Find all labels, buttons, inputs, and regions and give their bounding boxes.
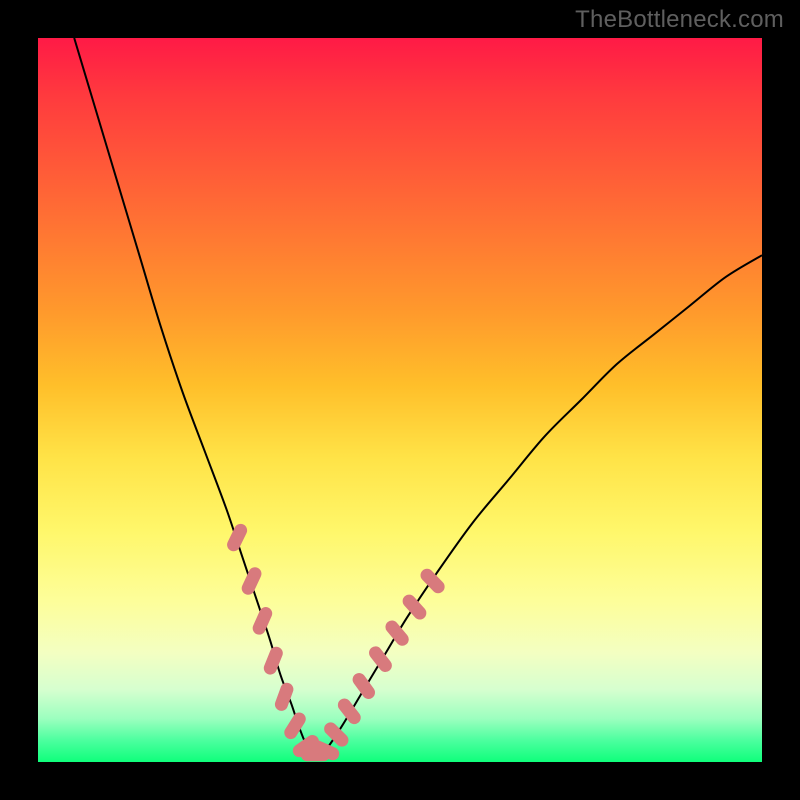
- curve-marker: [384, 619, 411, 648]
- watermark-text: TheBottleneck.com: [575, 6, 784, 34]
- bottleneck-chart: [38, 38, 762, 762]
- curve-marker: [251, 606, 273, 636]
- curve-marker: [336, 697, 363, 726]
- curve-marker: [262, 645, 284, 675]
- curve-marker: [240, 566, 263, 596]
- chart-frame: TheBottleneck.com: [0, 0, 800, 800]
- curve-line: [74, 38, 762, 756]
- plot-area: [38, 38, 762, 762]
- curve-marker: [367, 644, 394, 673]
- curve-marker: [226, 522, 249, 552]
- curve-marker: [283, 711, 308, 741]
- curve-marker: [274, 682, 295, 712]
- curve-marker: [401, 593, 429, 622]
- curve-marker: [419, 567, 447, 595]
